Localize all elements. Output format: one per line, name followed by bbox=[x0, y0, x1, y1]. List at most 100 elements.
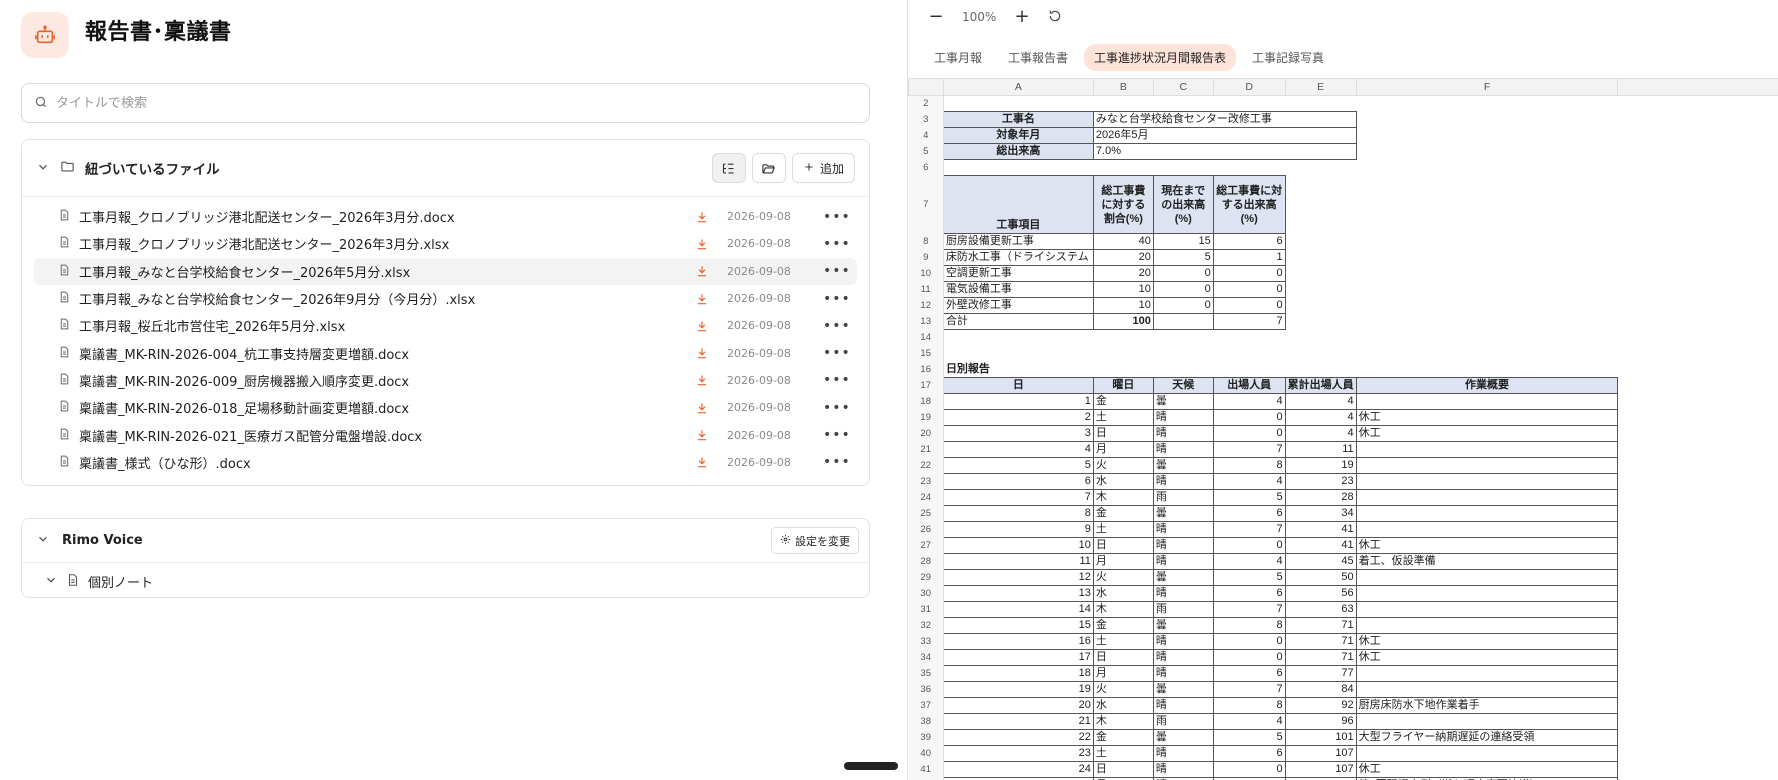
row-header[interactable]: 30 bbox=[908, 585, 944, 602]
daily-cumulative[interactable]: 23 bbox=[1284, 473, 1357, 490]
daily-day[interactable]: 18 bbox=[942, 665, 1094, 682]
daily-day[interactable]: 5 bbox=[942, 457, 1094, 474]
daily-summary[interactable]: 休工 bbox=[1355, 761, 1619, 778]
file-row[interactable]: 稟議書_様式（ひな形）.docx 2026-09-08 ••• bbox=[34, 449, 857, 476]
row-header[interactable]: 15 bbox=[908, 345, 944, 362]
progress-current[interactable]: 0 bbox=[1152, 265, 1214, 282]
daily-day[interactable]: 7 bbox=[942, 489, 1094, 506]
chevron-down-icon[interactable] bbox=[36, 531, 50, 550]
row-header[interactable]: 32 bbox=[908, 617, 944, 634]
daily-cumulative[interactable]: 101 bbox=[1284, 729, 1357, 746]
daily-cumulative[interactable]: 28 bbox=[1284, 489, 1357, 506]
daily-weather[interactable]: 晴 bbox=[1152, 633, 1214, 650]
row-header[interactable]: 38 bbox=[908, 713, 944, 730]
file-name[interactable]: 稟議書_MK-RIN-2026-021_医療ガス配管分電盤増設.docx bbox=[79, 426, 691, 445]
daily-workers[interactable]: 6 bbox=[1212, 665, 1286, 682]
row-header[interactable]: 21 bbox=[908, 441, 944, 458]
file-row[interactable]: 工事月報_みなと台学校給食センター_2026年9月分（今月分）.xlsx 2026… bbox=[34, 285, 857, 312]
cell[interactable] bbox=[1618, 112, 1778, 128]
sheet-tab[interactable]: 工事月報 bbox=[924, 44, 992, 71]
daily-weather[interactable]: 晴 bbox=[1152, 553, 1214, 570]
daily-weather[interactable]: 晴 bbox=[1152, 745, 1214, 762]
row-header[interactable]: 35 bbox=[908, 665, 944, 682]
cell[interactable] bbox=[1618, 144, 1778, 160]
daily-summary[interactable] bbox=[1355, 681, 1619, 698]
column-header[interactable]: A bbox=[942, 78, 1094, 96]
daily-weekday[interactable]: 月 bbox=[1092, 441, 1154, 458]
daily-weather[interactable]: 晴 bbox=[1152, 537, 1214, 554]
row-header[interactable]: 17 bbox=[908, 377, 944, 394]
file-row[interactable]: 工事月報_クロノブリッジ港北配送センター_2026年3月分.xlsx 2026-0… bbox=[34, 230, 857, 257]
cell[interactable] bbox=[1213, 160, 1285, 176]
cell[interactable] bbox=[1618, 490, 1778, 506]
daily-header-cumulative[interactable]: 累計出場人員 bbox=[1284, 377, 1357, 394]
daily-day[interactable]: 15 bbox=[942, 617, 1094, 634]
progress-header-total[interactable]: 総工事費に対する出来高(%) bbox=[1212, 175, 1286, 234]
daily-weekday[interactable]: 土 bbox=[1092, 521, 1154, 538]
reset-zoom-icon[interactable] bbox=[1048, 8, 1062, 27]
daily-cumulative[interactable]: 92 bbox=[1284, 697, 1357, 714]
cell[interactable] bbox=[1356, 234, 1618, 250]
daily-weekday[interactable]: 月 bbox=[1092, 553, 1154, 570]
file-row[interactable]: 稟議書_MK-RIN-2026-009_厨房機器搬入順序変更.docx 2026-… bbox=[34, 367, 857, 394]
cell[interactable] bbox=[1285, 314, 1356, 330]
more-options-icon[interactable]: ••• bbox=[823, 236, 850, 252]
file-name[interactable]: 稟議書_MK-RIN-2026-004_杭工事支持層変更増額.docx bbox=[79, 344, 691, 363]
daily-summary[interactable]: 休工 bbox=[1355, 409, 1619, 426]
row-header[interactable]: 28 bbox=[908, 553, 944, 570]
info-value[interactable]: 2026年5月 bbox=[1092, 127, 1357, 144]
cell[interactable] bbox=[1356, 282, 1618, 298]
cell[interactable] bbox=[1285, 176, 1356, 234]
daily-day[interactable]: 16 bbox=[942, 633, 1094, 650]
column-header[interactable]: B bbox=[1092, 78, 1154, 96]
row-header[interactable]: 14 bbox=[908, 329, 944, 346]
daily-day[interactable]: 2 bbox=[942, 409, 1094, 426]
daily-workers[interactable]: 4 bbox=[1212, 393, 1286, 410]
row-header[interactable]: 4 bbox=[908, 127, 944, 144]
cell[interactable] bbox=[1618, 378, 1778, 394]
file-name[interactable]: 工事月報_みなと台学校給食センター_2026年5月分.xlsx bbox=[79, 262, 691, 281]
row-header[interactable]: 33 bbox=[908, 633, 944, 650]
row-header[interactable]: 24 bbox=[908, 489, 944, 506]
progress-total[interactable]: 6 bbox=[1212, 233, 1286, 250]
daily-weather[interactable]: 雨 bbox=[1152, 713, 1214, 730]
more-options-icon[interactable]: ••• bbox=[823, 318, 850, 334]
cell[interactable] bbox=[1285, 330, 1356, 346]
daily-weekday[interactable]: 火 bbox=[1092, 681, 1154, 698]
daily-workers[interactable]: 8 bbox=[1212, 697, 1286, 714]
daily-cumulative[interactable]: 56 bbox=[1284, 585, 1357, 602]
info-label[interactable]: 対象年月 bbox=[942, 127, 1094, 144]
row-header[interactable]: 13 bbox=[908, 313, 944, 330]
cell[interactable] bbox=[1618, 314, 1778, 330]
cell[interactable] bbox=[1356, 176, 1618, 234]
row-header[interactable]: 31 bbox=[908, 601, 944, 618]
daily-cumulative[interactable]: 4 bbox=[1284, 425, 1357, 442]
daily-weather[interactable]: 曇 bbox=[1152, 569, 1214, 586]
cell[interactable] bbox=[1618, 586, 1778, 602]
cell[interactable] bbox=[1618, 538, 1778, 554]
row-header[interactable]: 39 bbox=[908, 729, 944, 746]
file-name[interactable]: 工事月報_クロノブリッジ港北配送センター_2026年3月分.docx bbox=[79, 207, 691, 226]
cell[interactable] bbox=[1618, 522, 1778, 538]
cell[interactable] bbox=[1356, 266, 1618, 282]
daily-weather[interactable]: 曇 bbox=[1152, 457, 1214, 474]
daily-weekday[interactable]: 金 bbox=[1092, 617, 1154, 634]
daily-summary[interactable] bbox=[1355, 441, 1619, 458]
daily-summary[interactable] bbox=[1355, 521, 1619, 538]
download-icon[interactable] bbox=[691, 319, 713, 333]
sheet-tab[interactable]: 工事進捗状況月間報告表 bbox=[1084, 44, 1237, 71]
progress-item[interactable]: 電気設備工事 bbox=[942, 281, 1094, 298]
progress-total-current[interactable] bbox=[1152, 313, 1214, 330]
daily-cumulative[interactable]: 71 bbox=[1284, 649, 1357, 666]
more-options-icon[interactable]: ••• bbox=[823, 454, 850, 470]
progress-ratio[interactable]: 10 bbox=[1092, 281, 1154, 298]
progress-current[interactable]: 15 bbox=[1152, 233, 1214, 250]
cell[interactable] bbox=[1285, 362, 1356, 378]
daily-summary[interactable] bbox=[1355, 489, 1619, 506]
daily-weather[interactable]: 晴 bbox=[1152, 425, 1214, 442]
daily-weekday[interactable]: 水 bbox=[1092, 473, 1154, 490]
file-row[interactable]: 工事月報_クロノブリッジ港北配送センター_2026年3月分.docx 2026-0… bbox=[34, 203, 857, 230]
cell[interactable] bbox=[1618, 160, 1778, 176]
daily-day[interactable]: 8 bbox=[942, 505, 1094, 522]
more-options-icon[interactable]: ••• bbox=[823, 372, 850, 388]
